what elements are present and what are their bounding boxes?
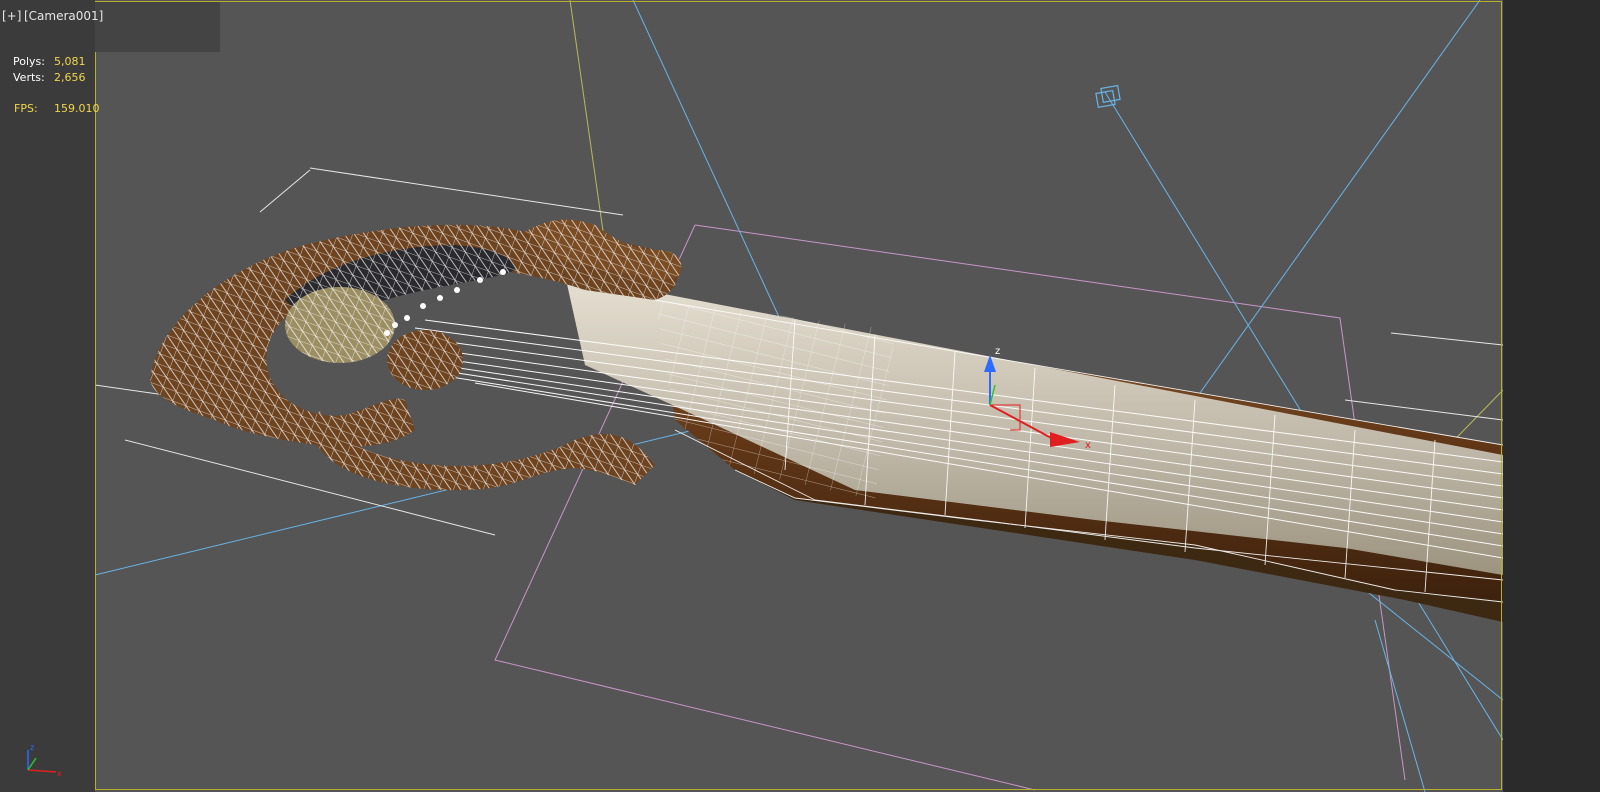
axis-tripod-icon: z x bbox=[27, 743, 62, 778]
fps-label: FPS: bbox=[14, 102, 38, 115]
polys-label: Polys: bbox=[13, 55, 45, 68]
svg-text:z: z bbox=[30, 743, 34, 752]
gizmo-z-label: z bbox=[995, 346, 1000, 357]
polys-value: 5,081 bbox=[54, 55, 86, 68]
viewport-view-label[interactable]: [Camera001] bbox=[24, 9, 103, 23]
viewport-right-strip bbox=[1503, 0, 1600, 792]
viewport-scene[interactable]: z x bbox=[95, 0, 1503, 792]
fps-value: 159.010 bbox=[54, 102, 100, 115]
viewport-label-box bbox=[95, 2, 220, 52]
verts-value: 2,656 bbox=[54, 71, 86, 84]
viewport-left-strip bbox=[0, 0, 95, 792]
svg-text:x: x bbox=[57, 769, 62, 778]
verts-label: Verts: bbox=[13, 71, 45, 84]
viewport-menu-button[interactable]: [+] bbox=[2, 9, 21, 23]
camera-viewport[interactable]: z x bbox=[95, 0, 1503, 792]
gizmo-x-label: x bbox=[1085, 440, 1091, 451]
